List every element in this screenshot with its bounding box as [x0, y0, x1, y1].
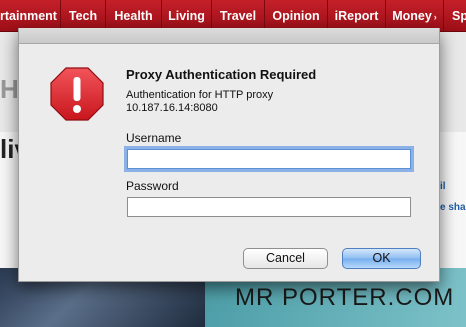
dialog-message: Authentication for HTTP proxy 10.187.16.… — [126, 89, 416, 115]
ad-banner-text: MR PORTER.COM — [235, 284, 455, 311]
proxy-auth-dialog: Proxy Authentication Required Authentica… — [18, 28, 440, 282]
password-input[interactable] — [127, 197, 411, 217]
message-line-1: Authentication for HTTP proxy — [126, 89, 274, 101]
background-link-fragment-2[interactable]: e shar — [440, 202, 466, 213]
chevron-right-icon: › — [433, 12, 437, 22]
cancel-button[interactable]: Cancel — [243, 248, 328, 269]
stop-warning-icon — [50, 67, 104, 121]
username-input[interactable] — [127, 149, 411, 169]
username-label: Username — [126, 131, 182, 145]
dialog-title-bar — [19, 28, 439, 44]
ok-button[interactable]: OK — [342, 248, 421, 269]
proxy-address: 10.187.16.14:8080 — [126, 102, 218, 114]
dialog-title: Proxy Authentication Required — [126, 67, 317, 82]
background-link-fragment-1[interactable]: il — [440, 181, 446, 192]
password-label: Password — [126, 179, 179, 193]
nav-item-sports[interactable]: Sp — [444, 0, 466, 32]
